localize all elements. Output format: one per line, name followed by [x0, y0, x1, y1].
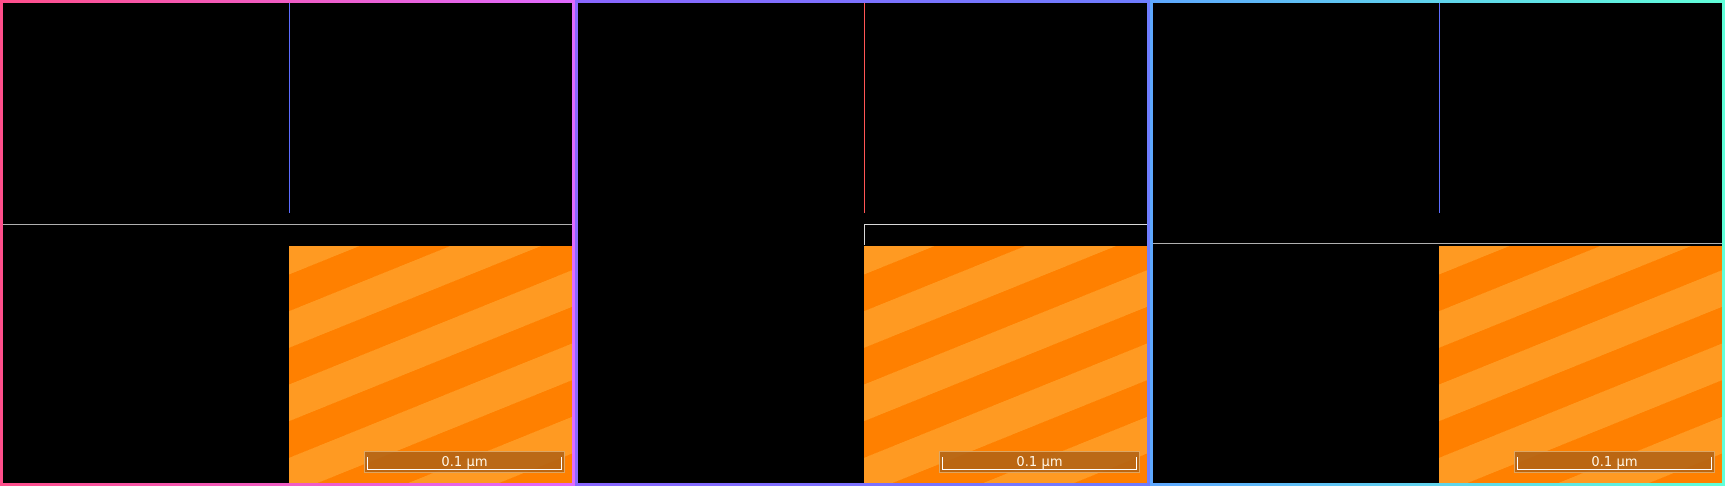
bottom-left-viewport	[578, 246, 864, 483]
scale-bar: 0.1 µm	[1514, 451, 1715, 473]
scale-bar: 0.1 µm	[364, 451, 565, 473]
image-comparison-stage: 0.1 µm 0.1 µm 0.1 µm	[0, 0, 1725, 486]
horizontal-marker-line	[1153, 243, 1722, 244]
vertical-marker-line	[1439, 3, 1440, 213]
vertical-marker-line	[289, 3, 290, 213]
top-right-bracket	[864, 224, 1147, 245]
scale-bar-label: 0.1 µm	[1591, 455, 1638, 470]
bottom-left-viewport	[3, 246, 289, 483]
scale-bar: 0.1 µm	[939, 451, 1140, 473]
top-right-frame	[3, 224, 572, 225]
top-right-viewport	[289, 3, 572, 224]
top-right-viewport	[864, 3, 1147, 224]
bottom-left-viewport	[1153, 246, 1439, 483]
top-right-viewport	[1439, 3, 1722, 224]
bottom-right-image-view	[864, 246, 1147, 483]
vertical-marker-line	[864, 3, 865, 213]
comparison-panel-left: 0.1 µm	[0, 0, 575, 486]
comparison-panel-right: 0.1 µm	[1150, 0, 1725, 486]
top-left-viewport	[578, 3, 864, 224]
top-left-viewport	[1153, 3, 1439, 224]
top-left-viewport	[3, 3, 289, 224]
scale-bar-label: 0.1 µm	[441, 455, 488, 470]
bottom-right-image-view	[289, 246, 572, 483]
bottom-right-image-view	[1439, 246, 1722, 483]
scale-bar-label: 0.1 µm	[1016, 455, 1063, 470]
comparison-panel-middle: 0.1 µm	[575, 0, 1150, 486]
